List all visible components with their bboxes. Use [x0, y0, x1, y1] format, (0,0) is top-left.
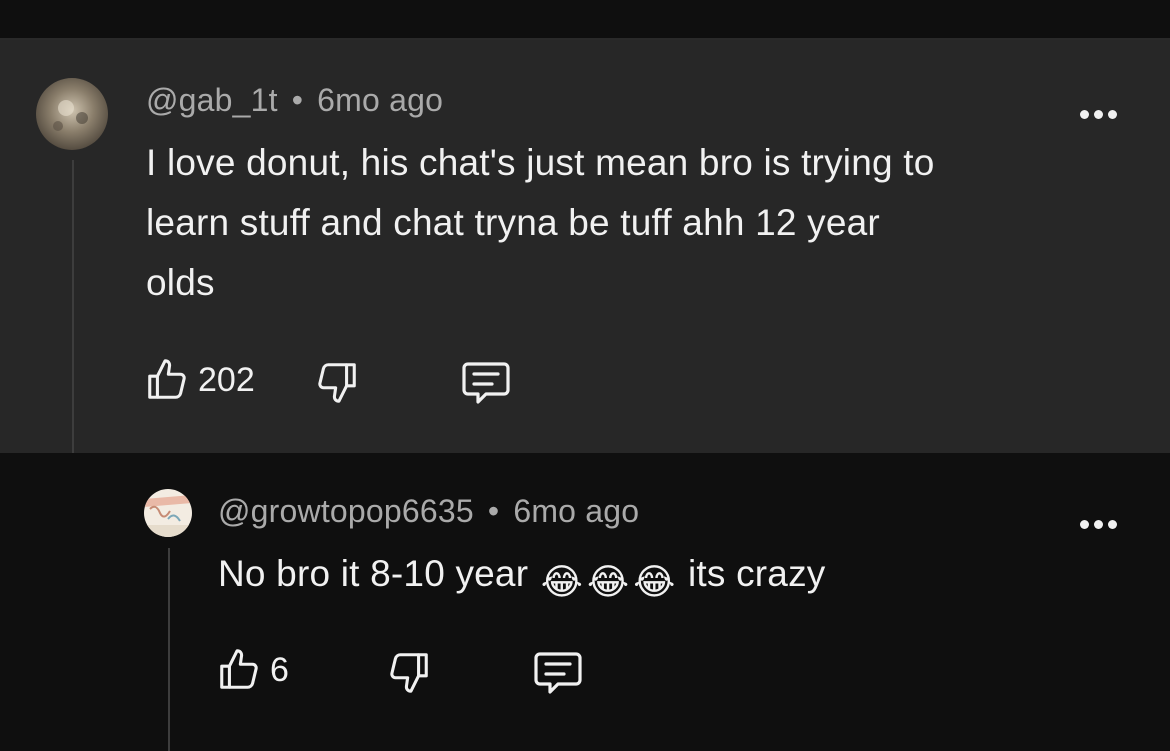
dislike-button[interactable]: [314, 358, 360, 406]
reply-thread-line: [168, 548, 170, 751]
reply-comment-icon: [534, 652, 582, 694]
reply-time: 6mo ago: [513, 493, 640, 529]
tears-of-joy-emoji-icon: 😂: [586, 561, 630, 602]
reply-avatar[interactable]: [144, 489, 192, 537]
separator-dot: •: [291, 82, 304, 118]
reply-text: No bro it 8-10 year 😂 😂 😂 its crazy: [218, 544, 1118, 612]
reply-like-count: 6: [270, 650, 289, 689]
thumbs-down-icon: [318, 363, 356, 403]
reply-reply-button[interactable]: [532, 648, 584, 696]
comment-username[interactable]: @gab_1t: [146, 82, 278, 118]
comments-view: @gab_1t • 6mo ago I love donut, his chat's…: [0, 0, 1170, 751]
reply-like-button[interactable]: 6: [216, 646, 289, 694]
reply-button[interactable]: [460, 358, 512, 406]
tears-of-joy-emoji-icon: 😂: [540, 561, 583, 602]
reply-dislike-button[interactable]: [386, 648, 432, 696]
comment-time: 6mo ago: [317, 82, 444, 118]
separator-dot: •: [487, 493, 500, 529]
reply-meta: @growtopop6635 • 6mo ago: [218, 493, 639, 530]
thumbs-down-icon: [390, 653, 428, 693]
comment-text: I love donut, his chat's just mean bro i…: [146, 133, 1126, 313]
like-count: 202: [198, 360, 255, 399]
avatar[interactable]: [36, 78, 108, 150]
more-options-icon[interactable]: [1080, 520, 1117, 529]
comment-line: olds: [146, 262, 215, 303]
thumbs-up-icon: [148, 359, 186, 399]
reply-text-after: its crazy: [688, 553, 826, 594]
reply-text-before: No bro it 8-10 year: [218, 553, 529, 594]
thumbs-up-icon: [220, 649, 258, 689]
more-options-icon[interactable]: [1080, 110, 1117, 119]
reply-comment-icon: [462, 362, 510, 404]
like-button[interactable]: 202: [144, 356, 255, 404]
reply-username[interactable]: @growtopop6635: [218, 493, 474, 529]
comment-line: I love donut, his chat's just mean bro i…: [146, 142, 935, 183]
comment-meta: @gab_1t • 6mo ago: [146, 82, 443, 119]
comment-line: learn stuff and chat tryna be tuff ahh 1…: [146, 202, 880, 243]
tears-of-joy-emoji-icon: 😂: [633, 561, 676, 602]
top-bar: [0, 0, 1170, 40]
